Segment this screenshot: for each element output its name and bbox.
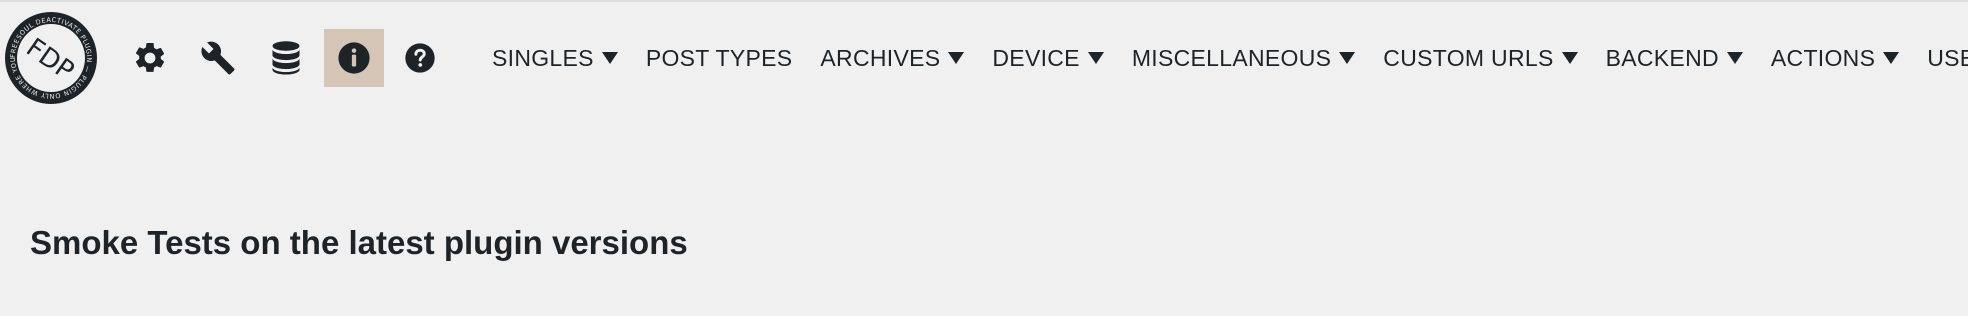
help-icon [405, 43, 435, 73]
info-icon [338, 42, 370, 74]
logo-badge-icon: FREESOUL DEACTIVATE PLUGIN — PLUGIN ONLY… [3, 10, 97, 104]
nav-item-label: POST TYPES [645, 44, 793, 71]
nav-item-label: ACTIONS [1770, 44, 1876, 71]
nav-item-label: ARCHIVES [820, 44, 941, 71]
top-toolbar: FREESOUL DEACTIVATE PLUGIN — PLUGIN ONLY… [0, 2, 1968, 114]
nav-item-label: CUSTOM URLS [1383, 44, 1554, 71]
plugin-logo[interactable]: FREESOUL DEACTIVATE PLUGIN — PLUGIN ONLY… [3, 10, 99, 106]
caret-down-icon [1087, 52, 1104, 64]
nav-item-label: MISCELLANEOUS [1131, 44, 1332, 71]
nav-item-singles[interactable]: SINGLES [478, 30, 632, 86]
nav-item-users[interactable]: USERS [1913, 30, 1968, 86]
caret-down-icon [601, 52, 618, 64]
tools-button[interactable] [188, 29, 248, 87]
nav-item-label: USERS [1927, 44, 1968, 71]
nav-item-backend[interactable]: BACKEND [1592, 30, 1757, 86]
database-button[interactable] [256, 29, 316, 87]
nav-item-custom-urls[interactable]: CUSTOM URLS [1369, 30, 1591, 86]
nav-item-label: BACKEND [1605, 44, 1719, 71]
caret-down-icon [1726, 52, 1743, 64]
settings-button[interactable] [120, 29, 180, 87]
nav-item-actions[interactable]: ACTIONS [1757, 30, 1913, 86]
main-nav: SINGLES POST TYPES ARCHIVES DEVICE MISCE… [478, 2, 1968, 114]
nav-item-miscellaneous[interactable]: MISCELLANEOUS [1118, 30, 1369, 86]
help-button[interactable] [390, 29, 450, 87]
nav-item-label: DEVICE [992, 44, 1080, 71]
settings-icon [135, 42, 165, 72]
caret-down-icon [1339, 52, 1356, 64]
page: FREESOUL DEACTIVATE PLUGIN — PLUGIN ONLY… [0, 0, 1968, 316]
caret-down-icon [1561, 52, 1578, 64]
database-icon [272, 41, 300, 75]
nav-item-post-types[interactable]: POST TYPES [632, 30, 807, 86]
caret-down-icon [1883, 52, 1900, 64]
nav-item-device[interactable]: DEVICE [978, 30, 1117, 86]
nav-item-label: SINGLES [492, 44, 594, 71]
nav-item-archives[interactable]: ARCHIVES [806, 30, 978, 86]
info-button[interactable] [324, 29, 384, 87]
page-title: Smoke Tests on the latest plugin version… [30, 224, 688, 261]
caret-down-icon [948, 52, 965, 64]
wrench-icon [201, 41, 235, 75]
